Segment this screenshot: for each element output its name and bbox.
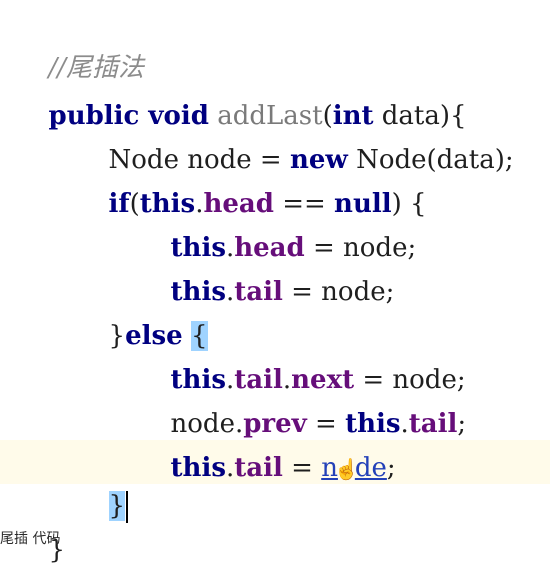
code-line-method-close[interactable]: }	[32, 484, 66, 565]
code-line-head-assign[interactable]: this.head = node;	[154, 182, 417, 263]
code-line-else[interactable]: }else {	[92, 270, 208, 351]
code-line-if[interactable]: if(this.head == null) {	[92, 138, 427, 219]
code-line-node-init[interactable]: Node node = new Node(data);	[92, 94, 514, 175]
code-comment: //尾插法	[48, 53, 145, 83]
bottom-caption: 尾插 代码	[0, 531, 61, 547]
code-line-node-prev[interactable]: node.prev = this.tail;	[154, 358, 467, 439]
matching-brace-highlight-close: }	[108, 491, 126, 521]
code-line-method-signature[interactable]: public void addLast(int data){	[32, 50, 467, 131]
code-line-tail-assign[interactable]: this.tail = node;	[154, 226, 395, 307]
code-line-tail-update[interactable]: this.tail = n☝de;	[154, 402, 396, 483]
code-line-else-close[interactable]: }	[92, 440, 129, 523]
text-cursor	[126, 491, 129, 523]
node-link[interactable]: n☝de	[321, 453, 387, 483]
code-line-tail-next[interactable]: this.tail.next = node;	[154, 314, 466, 395]
